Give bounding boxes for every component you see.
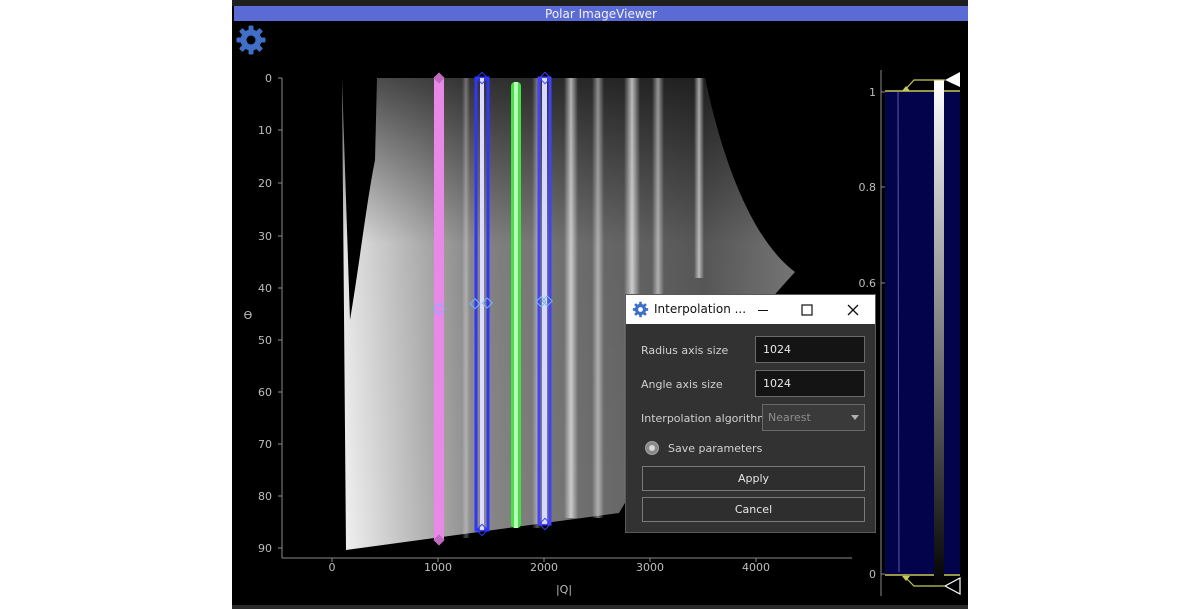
y-tick: 70 <box>258 438 272 451</box>
interpolation-algorithm-value: Nearest <box>768 411 811 424</box>
y-tick: 50 <box>258 334 272 347</box>
x-axis-ticks: 0 1000 2000 3000 4000 <box>329 558 770 574</box>
y-tick: 20 <box>258 177 272 190</box>
save-parameters-label: Save parameters <box>668 442 763 455</box>
x-tick: 1000 <box>424 561 452 574</box>
y-axis-ticks: 0 10 20 30 40 50 60 70 80 90 <box>258 72 282 555</box>
x-tick: 3000 <box>636 561 664 574</box>
interpolation-dialog: Interpolation ... Radius axis size Angle… <box>625 294 876 533</box>
save-parameters-radio[interactable] <box>645 441 659 455</box>
gradient-bar <box>934 80 944 590</box>
radius-axis-input[interactable] <box>755 336 865 363</box>
gear-icon <box>632 301 649 318</box>
minimize-icon <box>758 309 768 311</box>
bottom-strip <box>232 605 968 609</box>
chevron-down-icon <box>851 415 859 420</box>
colorbar-tick: 0 <box>869 568 876 581</box>
angle-axis-input[interactable] <box>755 370 865 397</box>
y-tick: 80 <box>258 490 272 503</box>
maximize-icon <box>801 303 813 316</box>
roi-band-pink[interactable] <box>432 72 446 546</box>
colorbar-tick: 0.8 <box>859 181 877 194</box>
y-tick: 60 <box>258 386 272 399</box>
roi-band-green[interactable] <box>511 82 521 528</box>
x-tick: 0 <box>329 561 336 574</box>
y-axis-label: ϴ <box>244 309 253 322</box>
roi-band-blue-2[interactable] <box>535 71 553 531</box>
dialog-title: Interpolation ... <box>654 302 747 316</box>
minimize-button[interactable] <box>741 295 785 324</box>
close-button[interactable] <box>831 295 875 324</box>
y-tick: 40 <box>258 282 272 295</box>
cancel-button[interactable]: Cancel <box>642 497 865 522</box>
maximize-button[interactable] <box>785 295 829 324</box>
level-min-handle[interactable] <box>902 575 961 595</box>
window-title-bar[interactable]: Polar ImageViewer <box>234 6 968 21</box>
dialog-title-bar[interactable]: Interpolation ... <box>626 295 875 324</box>
x-tick: 2000 <box>530 561 558 574</box>
y-tick: 90 <box>258 542 272 555</box>
histogram-axis <box>880 70 885 596</box>
interpolation-algorithm-select[interactable]: Nearest <box>762 404 865 431</box>
radius-axis-label: Radius axis size <box>641 344 729 357</box>
y-tick: 10 <box>258 124 272 137</box>
close-icon <box>847 304 859 315</box>
x-axis-label: |Q| <box>556 583 572 596</box>
angle-axis-label: Angle axis size <box>641 378 723 391</box>
colorbar-tick: 0.6 <box>859 277 877 290</box>
y-tick: 30 <box>258 230 272 243</box>
histogram-fill <box>885 92 960 574</box>
interpolation-algorithm-label: Interpolation algorithm <box>641 412 768 425</box>
x-tick: 4000 <box>742 561 770 574</box>
apply-button[interactable]: Apply <box>642 466 865 491</box>
level-max-handle[interactable] <box>902 72 960 92</box>
y-tick: 0 <box>265 72 272 85</box>
colorbar-tick: 1 <box>869 86 876 99</box>
